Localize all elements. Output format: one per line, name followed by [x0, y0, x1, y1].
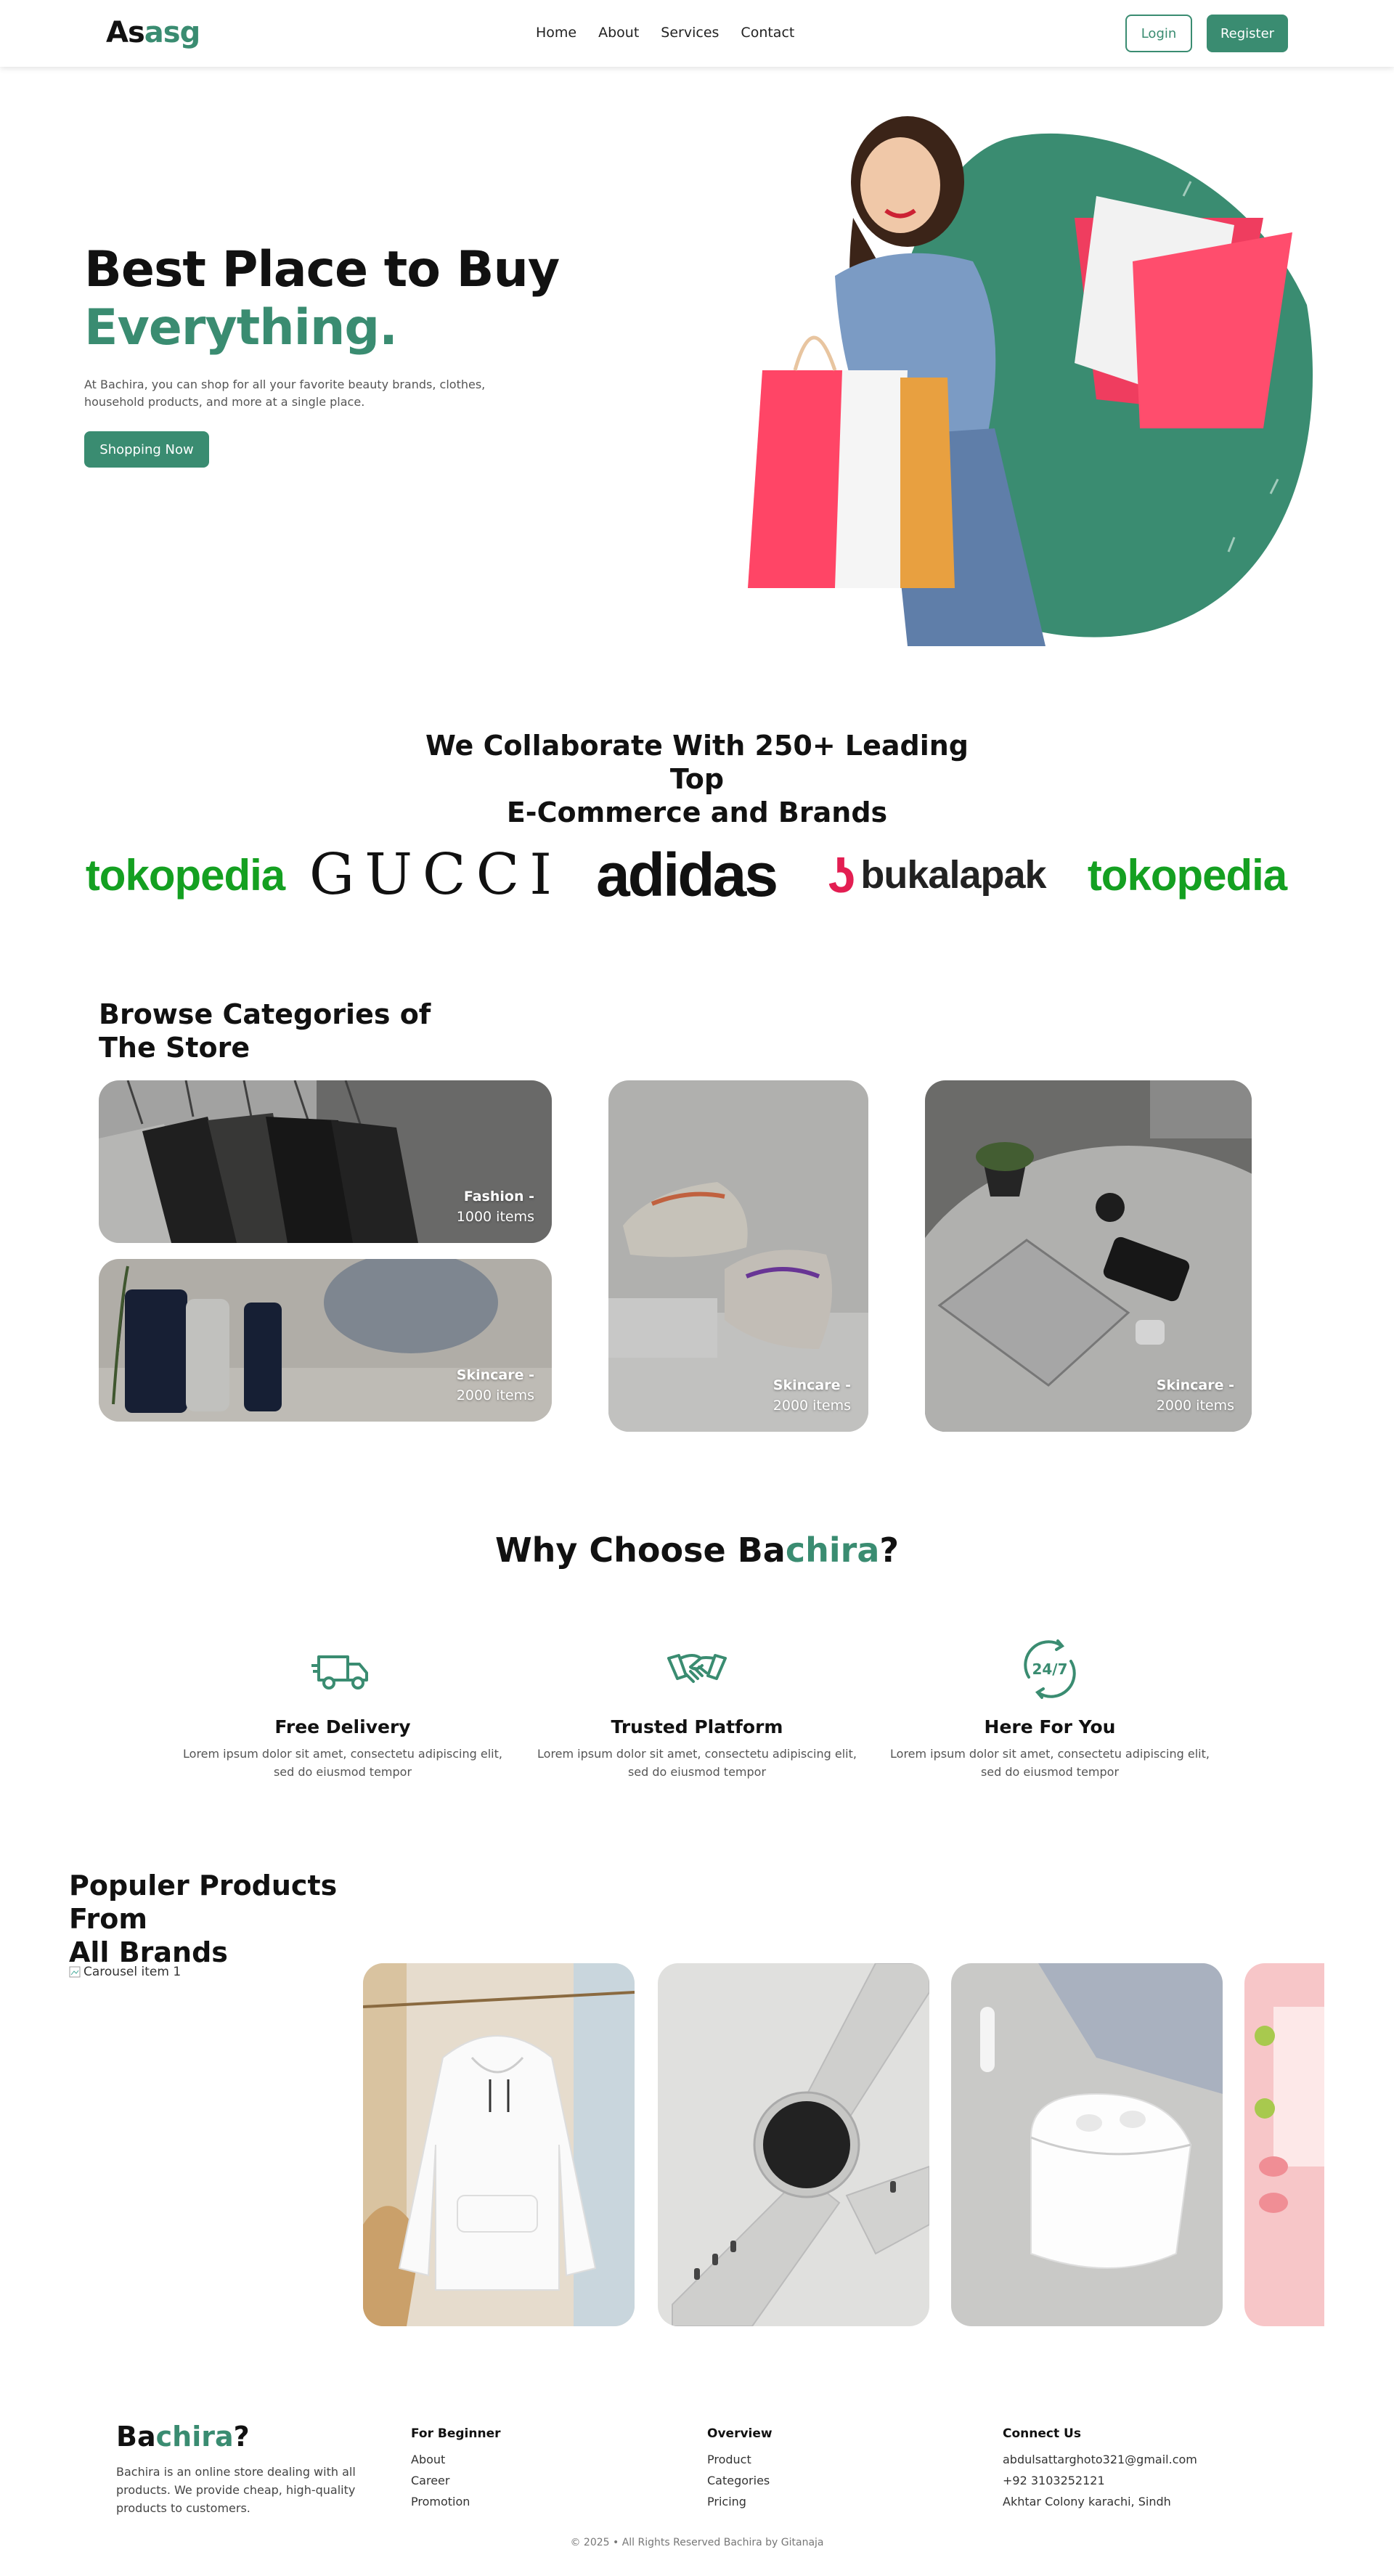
airpods-image — [951, 1963, 1223, 2326]
footer-link-pricing[interactable]: Pricing — [707, 2491, 773, 2512]
category-name: Skincare - — [773, 1377, 851, 1393]
footer-col-connect: Connect Us abdulsattarghoto321@gmail.com… — [1003, 2424, 1197, 2512]
footer-link-about[interactable]: About — [411, 2449, 501, 2470]
nav-link-about[interactable]: About — [598, 25, 639, 41]
category-card-skincare-3[interactable]: Skincare - 2000 items — [925, 1080, 1252, 1432]
login-button[interactable]: Login — [1125, 15, 1192, 52]
category-label: Fashion - 1000 items — [457, 1186, 534, 1227]
logo-text-accent: asg — [144, 16, 200, 49]
footer-address: Akhtar Colony karachi, Sindh — [1003, 2495, 1171, 2508]
brand-logo-tokopedia-2: tokopedia — [1087, 850, 1287, 900]
category-card-skincare-2[interactable]: Skincare - 2000 items — [608, 1080, 868, 1432]
why-title-part1: Why Choose Ba — [494, 1530, 786, 1570]
product-card-hoodie[interactable] — [363, 1963, 635, 2326]
footer-logo[interactable]: Bachira? — [116, 2421, 250, 2453]
category-label: Skincare - 2000 items — [1157, 1375, 1234, 1416]
hero-title-line2: Everything. — [84, 299, 398, 356]
category-count: 1000 items — [456, 1209, 534, 1225]
why-title-part3: ? — [879, 1530, 900, 1570]
category-count: 2000 items — [773, 1398, 851, 1414]
footer-col-heading: Overview — [707, 2426, 773, 2441]
brand-logo-adidas: adidas — [595, 840, 778, 909]
footer-phone[interactable]: +92 3103252121 — [1003, 2470, 1197, 2491]
product-card-partial[interactable] — [1244, 1963, 1324, 2326]
feature-description: Lorem ipsum dolor sit amet, consectetu a… — [183, 1747, 502, 1779]
logo-text-dark: As — [106, 16, 145, 49]
nav-links: Home About Services Contact — [536, 25, 794, 41]
footer-col-heading: For Beginner — [411, 2426, 501, 2441]
why-title-accent: chira — [785, 1530, 880, 1570]
products-title-line1: Populer Products From — [69, 1870, 338, 1935]
carousel-alt-text: Carousel item 1 — [83, 1965, 182, 1979]
category-label: Skincare - 2000 items — [457, 1365, 534, 1406]
watch-image — [658, 1963, 929, 2326]
hero-title: Best Place to Buy Everything. — [84, 241, 560, 357]
feature-title: Free Delivery — [274, 1716, 411, 1737]
categories-title-line1: Browse Categories of — [99, 998, 431, 1030]
shopping-now-button[interactable]: Shopping Now — [84, 431, 209, 468]
collab-title: We Collaborate With 250+ Leading Top E-C… — [407, 729, 987, 829]
footer-col-beginner: For Beginner About Career Promotion — [411, 2424, 501, 2512]
category-count: 2000 items — [1156, 1398, 1234, 1414]
bukalapak-mark-icon: ʖ — [827, 847, 855, 903]
hero-title-line1: Best Place to Buy — [84, 241, 560, 298]
support-24-7-icon: 24/7 — [1024, 1639, 1076, 1699]
footer-link-categories[interactable]: Categories — [707, 2470, 773, 2491]
footer-col-heading: Connect Us — [1003, 2426, 1081, 2441]
bukalapak-wordmark: bukalapak — [860, 853, 1046, 897]
feature-trusted-platform: Trusted Platform Lorem ipsum dolor sit a… — [537, 1637, 857, 1781]
site-logo[interactable]: Asasg — [106, 16, 200, 49]
baby-shoes-image — [1244, 1963, 1324, 2326]
feature-title: Trusted Platform — [611, 1716, 783, 1737]
footer-logo-dark: Ba — [116, 2421, 156, 2453]
why-choose-title: Why Choose Bachira? — [407, 1530, 987, 1570]
nav-link-home[interactable]: Home — [536, 25, 576, 41]
footer-col-overview: Overview Product Categories Pricing — [707, 2424, 773, 2512]
brand-logo-bukalapak: ʖ bukalapak — [827, 842, 1046, 908]
nav-link-contact[interactable]: Contact — [741, 25, 794, 41]
category-label: Skincare - 2000 items — [773, 1375, 851, 1416]
popular-products-title: Populer Products From All Brands — [69, 1869, 403, 1969]
support-24-7-text: 24/7 — [1032, 1660, 1067, 1678]
hero-description: At Bachira, you can shop for all your fa… — [84, 378, 486, 409]
category-name: Fashion - — [463, 1189, 534, 1205]
footer-description: Bachira is an online store dealing with … — [116, 2465, 356, 2515]
feature-title: Here For You — [984, 1716, 1116, 1737]
carousel-item-broken-image[interactable]: Carousel item 1 — [69, 1965, 181, 1979]
product-card-airpods[interactable] — [951, 1963, 1223, 2326]
category-card-fashion[interactable]: Fashion - 1000 items — [99, 1080, 552, 1243]
feature-description: Lorem ipsum dolor sit amet, consectetu a… — [537, 1747, 857, 1779]
handshake-icon — [667, 1654, 727, 1683]
footer-link-promotion[interactable]: Promotion — [411, 2491, 501, 2512]
categories-title-line2: The Store — [99, 1032, 250, 1064]
footer-logo-accent: chira — [155, 2421, 234, 2453]
brand-logo-gucci: GUCCI — [309, 842, 563, 908]
collab-title-line2: E-Commerce and Brands — [506, 796, 888, 828]
feature-here-for-you: 24/7 Here For You Lorem ipsum dolor sit … — [890, 1637, 1210, 1781]
delivery-truck-icon — [311, 1655, 368, 1690]
product-card-watch[interactable] — [658, 1963, 929, 2326]
hoodie-image — [363, 1963, 635, 2326]
collab-title-line1: We Collaborate With 250+ Leading Top — [425, 730, 969, 795]
top-navbar: Asasg Home About Services Contact Login … — [0, 0, 1394, 67]
category-name: Skincare - — [1156, 1377, 1234, 1393]
footer-link-product[interactable]: Product — [707, 2449, 773, 2470]
feature-description: Lorem ipsum dolor sit amet, consectetu a… — [890, 1747, 1210, 1779]
category-count: 2000 items — [456, 1387, 534, 1403]
brand-logo-tokopedia: tokopedia — [85, 850, 285, 900]
hero-image — [748, 116, 1313, 646]
nav-link-services[interactable]: Services — [661, 25, 719, 41]
footer-link-career[interactable]: Career — [411, 2470, 501, 2491]
category-card-skincare-1[interactable]: Skincare - 2000 items — [99, 1259, 552, 1422]
footer-logo-suffix: ? — [233, 2421, 250, 2453]
categories-title: Browse Categories of The Store — [99, 998, 433, 1064]
copyright-text: © 2025 • All Rights Reserved Bachira by … — [570, 2537, 824, 2548]
register-button[interactable]: Register — [1207, 15, 1288, 52]
category-name: Skincare - — [456, 1367, 534, 1383]
footer-email-link[interactable]: abdulsattarghoto321@gmail.com — [1003, 2449, 1197, 2470]
broken-image-icon — [69, 1966, 81, 1978]
feature-free-delivery: Free Delivery Lorem ipsum dolor sit amet… — [183, 1637, 502, 1781]
